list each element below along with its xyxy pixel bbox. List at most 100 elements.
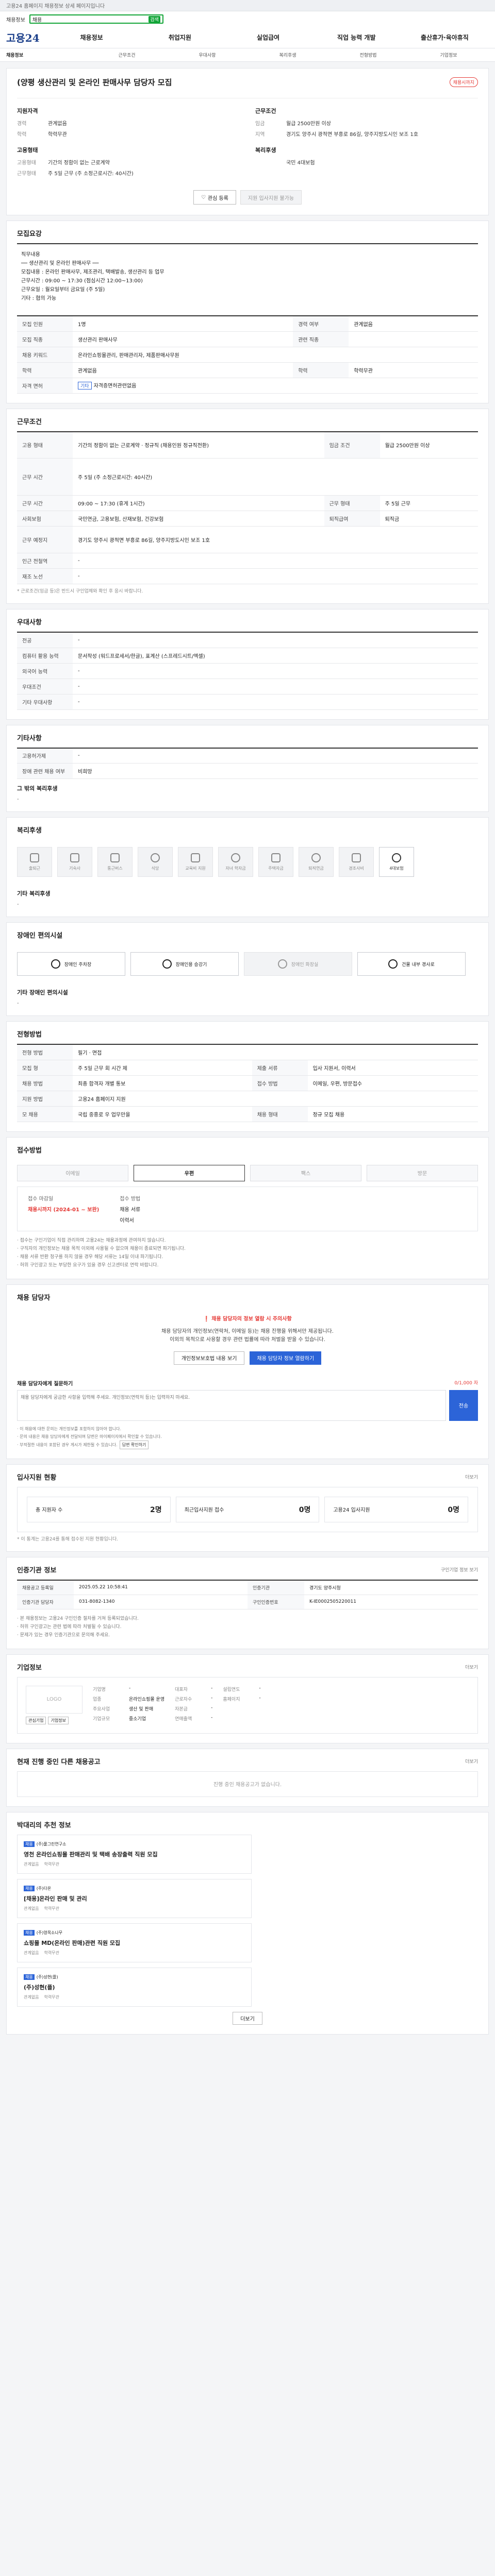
- welfare-label: 퇴직연금: [308, 866, 324, 871]
- gnb-item-support[interactable]: 취업지원: [136, 33, 224, 42]
- gnb-item-training[interactable]: 직업 능력 개발: [312, 33, 401, 42]
- disability-grid: 장애인 주차장 장애인용 승강기 장애인 화장실 건물 내부 경사로: [17, 945, 478, 983]
- site-logo[interactable]: 고용24: [6, 30, 47, 45]
- company-more-link[interactable]: 더보기: [465, 1664, 478, 1670]
- table-value: 최종 합격자 개별 통보: [73, 1075, 252, 1091]
- ramp-icon: [388, 959, 398, 969]
- welfare-item: 교육비 지원: [178, 847, 213, 877]
- table-value: 기간의 정함이 없는 근로계약 · 정규직 (채용인원 정규직전환): [73, 431, 324, 459]
- corp-value: -: [259, 1695, 261, 1701]
- recommend-card[interactable]: 채용 (주)다온 [채용]온라인 판매 및 관리 관계없음 학력무관: [17, 1878, 252, 1918]
- table-key: 지원 방법: [17, 1090, 73, 1106]
- table-key: 근무 형태: [324, 495, 380, 511]
- job-title: (양평 생산관리 및 온라인 판매사무 담당자 모집: [17, 78, 172, 87]
- search-input[interactable]: 채용 검색: [29, 14, 163, 24]
- privacy-law-button[interactable]: 개인정보보호법 내용 보기: [173, 1351, 245, 1365]
- recommend-card[interactable]: 채용 (주)성현(플) (주)성현(플) 관계없음 학력무관: [17, 1967, 252, 2007]
- table-key: 임금 조건: [324, 431, 380, 459]
- empty-message: 진행 중인 채용공고가 없습니다.: [17, 1771, 478, 1797]
- stat-card: 총 지원자 수 2명: [27, 1496, 171, 1522]
- qa-input[interactable]: [17, 1389, 446, 1421]
- table-key: 인근 전철역: [17, 553, 73, 569]
- sub-value: -: [17, 902, 19, 907]
- summary-key: 근무형태: [17, 171, 36, 177]
- apply-button[interactable]: 지원 입사지원 불가능: [240, 190, 302, 205]
- table-key: 우대조건: [17, 678, 73, 694]
- rec-meta: 관계없음: [24, 1950, 39, 1955]
- tab-company[interactable]: 기업정보: [408, 52, 489, 58]
- search-value: 채용: [32, 17, 42, 23]
- favorite-company-button[interactable]: 관심기업: [26, 1716, 46, 1724]
- recommend-card[interactable]: 채용 (주)영목소나무 쇼핑몰 MD(온라인 판매)관련 직원 모집 관계없음 학력…: [17, 1923, 252, 1962]
- welfare-label: 주택자금: [268, 866, 284, 871]
- corp-value: -: [211, 1695, 213, 1701]
- gnb-item-jobs[interactable]: 채용정보: [47, 33, 136, 42]
- corp-key: 대표자: [175, 1687, 188, 1692]
- disability-item: 장애인 화장실: [244, 952, 352, 976]
- table-key: 채용 방법: [17, 1075, 73, 1091]
- qa-send-button[interactable]: 전송: [449, 1389, 478, 1421]
- tab-recruit[interactable]: 채용정보: [6, 52, 87, 58]
- corp-value: -: [211, 1715, 213, 1720]
- rec-title: (주)성현(플): [24, 1984, 55, 1991]
- table-key: 제출 서류: [252, 1059, 308, 1075]
- welfare-label: 통근버스: [107, 866, 123, 871]
- method-post: 우편: [134, 1164, 245, 1181]
- recommend-more-button[interactable]: 더보기: [233, 2011, 262, 2025]
- etc-table: 고용허가제 - 장애 관련 채용 여부 비희망: [17, 747, 478, 779]
- company-info-link[interactable]: 구인기업 정보 보기: [441, 1566, 478, 1573]
- qa-char-count: 0/1,000 자: [454, 1380, 478, 1386]
- disability-item: 건물 내부 경사로: [357, 952, 466, 976]
- stats-more-link[interactable]: 더보기: [465, 1473, 478, 1480]
- recruit-info-table: 모집 인원 1명 경력 여부 관계없음 모집 직종 생산관리 판매사무 관련 직종 채용 …: [17, 315, 478, 394]
- desc-line: 직무내용: [21, 252, 40, 258]
- save-job-button[interactable]: ♡ 관심 등록: [193, 190, 236, 205]
- tab-welfare[interactable]: 복리후생: [248, 52, 328, 58]
- stat-label: 총 지원자 수: [36, 1507, 63, 1513]
- section-title: 모집요강: [17, 230, 42, 238]
- note-line: · 문의 내용은 채용 담당자에게 전달되며 답변은 마이페이지에서 확인할 수…: [17, 1434, 162, 1439]
- disability-label: 건물 내부 경사로: [402, 962, 435, 968]
- company-detail-button[interactable]: 기업정보: [48, 1716, 69, 1724]
- gnb-item-unemployment[interactable]: 실업급여: [224, 33, 312, 42]
- tab-work[interactable]: 근무조건: [87, 52, 167, 58]
- table-key: 외국어 능력: [17, 663, 73, 679]
- recommend-card[interactable]: 채용 (주)풀그린연구소 영천 온라인쇼핑몰 판매관리 및 택배 송장출력 직원 …: [17, 1834, 252, 1874]
- company-section: 기업정보 더보기 LOGO 관심기업 기업정보 기업명 - 업종 온라인쇼핑몰 운영…: [6, 1654, 489, 1743]
- bus-icon: [110, 853, 120, 862]
- table-value: -: [73, 678, 478, 694]
- table-key: 인증기관: [248, 1580, 304, 1595]
- gnb-item-leave[interactable]: 출산휴가·육아휴직: [401, 33, 489, 42]
- apply-key: 접수 마감일: [28, 1196, 54, 1202]
- stat-label: 최근입사지원 접수: [184, 1507, 224, 1513]
- table-key: 모 채용: [17, 1106, 73, 1122]
- tab-pref[interactable]: 우대사항: [167, 52, 248, 58]
- job-description: 직무내용 ── 생산관리 및 온라인 판매사무 ── 모집내용 : 온라인 판매…: [17, 243, 478, 309]
- table-key: 근무 시간: [17, 458, 73, 496]
- table-value: 031-8082-1340: [79, 1599, 115, 1604]
- summary-value: 국민 4대보험: [286, 160, 315, 166]
- apply-deadline: 채용시까지 (2024-01 ~ 보완): [28, 1207, 100, 1213]
- view-contact-button[interactable]: 채용 담당자 정보 열람하기: [250, 1351, 322, 1365]
- book-icon: [191, 853, 200, 862]
- other-more-link[interactable]: 더보기: [465, 1758, 478, 1765]
- stat-value: 2명: [150, 1505, 162, 1514]
- summary-heading: 근무조건: [255, 108, 276, 114]
- tab-selection[interactable]: 전형방법: [328, 52, 408, 58]
- rec-meta: 학력무관: [44, 1950, 59, 1955]
- table-key: 재조 노선: [17, 568, 73, 584]
- global-nav: 고용24 채용정보 취업지원 실업급여 직업 능력 개발 출산휴가·육아휴직: [0, 27, 495, 48]
- answer-check-button[interactable]: 답변 확인하기: [119, 1440, 149, 1449]
- table-value: 문서작성 (워드프로세서/한글), 표계산 (스프레드시트/엑셀): [73, 647, 478, 663]
- summary-value: 주 5일 근무 (주 소정근로시간: 40시간): [48, 171, 134, 177]
- welfare-item: 통근버스: [97, 847, 133, 877]
- section-title: 기타사항: [17, 734, 42, 742]
- table-value: 1명: [73, 315, 293, 331]
- rec-tag: 채용: [24, 1974, 35, 1980]
- cert-section: 인증기관 정보 구인기업 정보 보기 채용공고 등록일 2025.05.22 10…: [6, 1556, 489, 1649]
- section-title: 접수방법: [17, 1146, 42, 1155]
- warning-icon: ❗: [203, 1316, 212, 1322]
- corp-value: 중소기업: [129, 1716, 146, 1722]
- table-value: -: [73, 553, 478, 569]
- search-button[interactable]: 검색: [148, 15, 160, 23]
